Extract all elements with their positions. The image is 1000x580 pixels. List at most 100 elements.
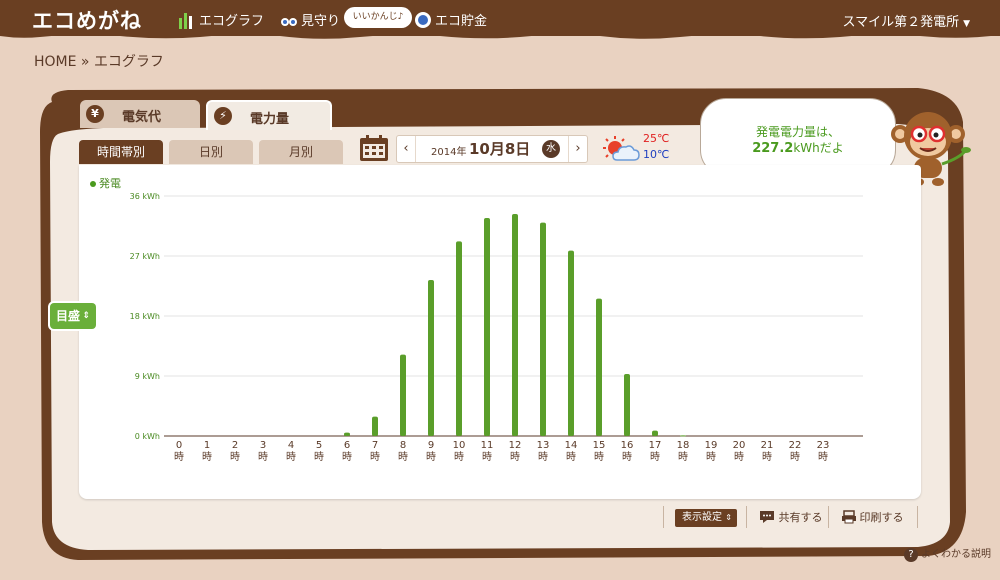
x-tick-unit: 時 xyxy=(454,451,464,463)
x-tick-unit: 時 xyxy=(174,451,184,463)
x-tick-label: 13 xyxy=(537,440,550,451)
nav-label: エコグラフ xyxy=(199,14,265,29)
y-tick-label: 36 kWh xyxy=(130,192,160,201)
x-tick-unit: 時 xyxy=(538,451,548,463)
x-tick-unit: 時 xyxy=(706,451,716,463)
bar xyxy=(680,435,686,437)
x-tick-label: 15 xyxy=(593,440,606,451)
x-tick-label: 12 xyxy=(509,440,522,451)
nav-ecograph[interactable]: エコグラフ xyxy=(178,10,265,29)
tab-label: 電気代 xyxy=(122,110,162,125)
bar xyxy=(652,430,658,436)
x-tick-label: 0 xyxy=(176,440,182,451)
bar xyxy=(484,218,490,436)
plant-name: スマイル第２発電所 xyxy=(842,15,960,30)
bar xyxy=(624,374,630,436)
scale-select-label: 目盛 xyxy=(56,309,81,323)
binoculars-icon xyxy=(281,17,297,26)
x-tick-unit: 時 xyxy=(286,451,296,463)
x-tick-unit: 時 xyxy=(202,451,212,463)
x-tick-unit: 時 xyxy=(482,451,492,463)
next-date-button[interactable]: › xyxy=(568,136,587,162)
x-tick-label: 8 xyxy=(400,440,406,451)
prev-date-button[interactable]: ‹ xyxy=(397,136,416,162)
bar xyxy=(372,416,378,436)
x-tick-unit: 時 xyxy=(342,451,352,463)
x-tick-unit: 時 xyxy=(790,451,800,463)
print-button[interactable]: 印刷する xyxy=(842,509,904,531)
total-energy-value: 227.2 xyxy=(752,141,794,156)
x-tick-unit: 時 xyxy=(622,451,632,463)
divider xyxy=(828,506,829,528)
yen-icon: ¥ xyxy=(86,105,104,123)
x-tick-label: 2 xyxy=(232,440,238,451)
print-label: 印刷する xyxy=(859,511,904,524)
tab-monthly[interactable]: 月別 xyxy=(259,140,343,164)
x-tick-unit: 時 xyxy=(566,451,576,463)
tab-label: 電力量 xyxy=(250,112,290,127)
temperature-low: 10℃ xyxy=(643,148,670,161)
x-tick-unit: 時 xyxy=(370,451,380,463)
share-label: 共有する xyxy=(778,511,823,524)
y-tick-label: 27 kWh xyxy=(130,252,160,261)
temperature-high: 25℃ xyxy=(643,132,670,145)
x-tick-unit: 時 xyxy=(818,451,828,463)
status-badge: いいかんじ♪ xyxy=(344,7,412,28)
tab-hourly[interactable]: 時間帯別 xyxy=(79,140,163,164)
energy-bar-chart: 0 kWh9 kWh18 kWh27 kWh36 kWh0時1時2時3時4時5時… xyxy=(130,192,863,463)
x-tick-unit: 時 xyxy=(762,451,772,463)
tab-cost[interactable]: ¥ 電気代 xyxy=(80,100,200,128)
updown-icon: ⇕ xyxy=(82,311,90,321)
divider xyxy=(746,506,747,528)
y-tick-label: 0 kWh xyxy=(135,432,160,441)
calendar-icon[interactable] xyxy=(359,135,389,162)
x-tick-label: 9 xyxy=(428,440,434,451)
date-year: 2014年 xyxy=(431,147,467,158)
app-logo[interactable]: エコめがね xyxy=(32,5,142,35)
chat-bubble-icon xyxy=(760,511,774,523)
help-label: よくわかる説明 xyxy=(921,549,991,560)
question-icon: ? xyxy=(904,548,918,562)
divider xyxy=(917,506,918,528)
share-button[interactable]: 共有する xyxy=(759,509,823,531)
x-tick-label: 7 xyxy=(372,440,378,451)
scale-select[interactable]: 目盛 ⇕ xyxy=(50,303,96,329)
message-line1: 発電電力量は、 xyxy=(755,125,840,139)
x-tick-label: 23 xyxy=(817,440,830,451)
x-tick-unit: 時 xyxy=(314,451,324,463)
x-tick-label: 19 xyxy=(705,440,718,451)
x-tick-label: 4 xyxy=(288,440,294,451)
divider xyxy=(663,506,664,528)
x-tick-unit: 時 xyxy=(510,451,520,463)
help-link[interactable]: ? よくわかる説明 xyxy=(904,545,991,562)
x-tick-label: 11 xyxy=(481,440,494,451)
bar xyxy=(344,432,350,436)
x-tick-unit: 時 xyxy=(230,451,240,463)
nav-ecosavings[interactable]: エコ貯金 xyxy=(414,10,487,29)
display-settings-button[interactable]: 表示設定 ⇕ xyxy=(675,509,737,527)
sun-cloud-icon xyxy=(603,136,640,161)
x-tick-unit: 時 xyxy=(258,451,268,463)
updown-icon: ⇕ xyxy=(725,513,732,522)
tab-daily[interactable]: 日別 xyxy=(169,140,253,164)
date-month-day: 10月8日 xyxy=(469,140,531,158)
weekday-badge: 水 xyxy=(542,140,560,158)
total-energy-unit: kWhだよ xyxy=(793,141,844,155)
tab-energy[interactable]: ⚡ 電力量 xyxy=(206,100,332,130)
plant-selector[interactable]: スマイル第２発電所 ▼ xyxy=(842,11,970,30)
x-tick-label: 3 xyxy=(260,440,266,451)
breadcrumb[interactable]: HOME » エコグラフ xyxy=(34,51,164,71)
x-tick-label: 16 xyxy=(621,440,634,451)
x-tick-unit: 時 xyxy=(594,451,604,463)
bar-graph-icon xyxy=(179,12,192,29)
x-tick-label: 22 xyxy=(789,440,802,451)
x-tick-unit: 時 xyxy=(650,451,660,463)
display-settings-label: 表示設定 xyxy=(682,512,722,523)
lightning-icon: ⚡ xyxy=(214,107,232,125)
caret-down-icon: ▼ xyxy=(963,19,970,29)
date-navigator: ‹ 2014年 10月8日 水 › xyxy=(396,135,588,163)
message-line2: 227.2kWhだよ xyxy=(701,139,895,156)
nav-mimamori[interactable]: 見守り xyxy=(280,10,340,29)
x-tick-label: 18 xyxy=(677,440,690,451)
x-tick-label: 5 xyxy=(316,440,322,451)
